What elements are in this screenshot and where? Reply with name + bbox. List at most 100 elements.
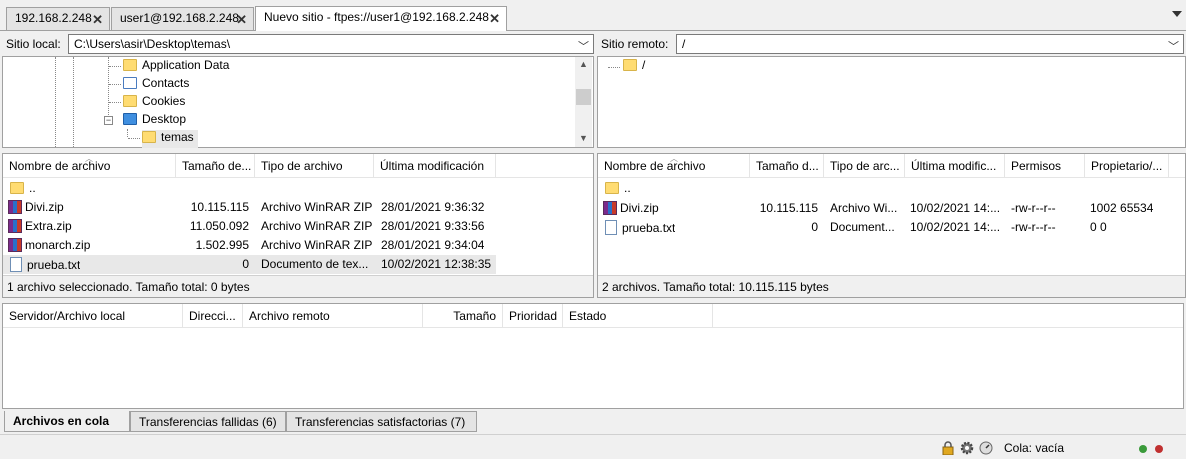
tab-queued-files[interactable]: Archivos en cola <box>4 411 130 432</box>
file-name: Divi.zip <box>603 201 659 215</box>
tab-label: 192.168.2.248 <box>15 11 92 25</box>
column-header-size[interactable]: Tamaño <box>423 304 503 328</box>
file-size: 10.115.115 <box>759 201 818 215</box>
file-owner: 0 0 <box>1090 220 1107 234</box>
file-name-text: prueba.txt <box>27 258 81 272</box>
file-modified: 10/02/2021 12:38:35 <box>381 257 492 271</box>
column-label: Tamaño d... <box>756 159 819 173</box>
lock-icon[interactable] <box>941 441 955 456</box>
local-path-value: C:\Users\asir\Desktop\temas\ <box>74 37 231 51</box>
local-site-label: Sitio local: <box>6 37 61 51</box>
file-size: 1.502.995 <box>195 238 249 252</box>
file-row-selected[interactable]: prueba.txt 0 Documento de tex... 10/02/2… <box>3 255 496 274</box>
column-header-local-file[interactable]: Servidor/Archivo local <box>3 304 183 328</box>
column-header-owner[interactable]: Propietario/... <box>1085 154 1169 178</box>
tab-connection-2[interactable]: user1@192.168.2.248 ✕ <box>111 7 254 30</box>
tree-item-label: Contacts <box>142 76 190 90</box>
gear-icon[interactable] <box>960 441 974 455</box>
zip-file-icon <box>603 201 617 215</box>
column-header-direction[interactable]: Direcci... <box>183 304 243 328</box>
tree-item-cookies[interactable]: Cookies <box>123 94 185 112</box>
zip-file-icon <box>8 200 22 214</box>
column-header-name[interactable]: ︿ Nombre de archivo <box>598 154 750 178</box>
chevron-down-icon[interactable]: ﹀ <box>578 38 589 54</box>
column-label: Permisos <box>1011 159 1062 173</box>
file-name-text: Divi.zip <box>25 200 64 214</box>
close-icon[interactable]: ✕ <box>92 12 103 28</box>
queue-header: Servidor/Archivo local Direcci... Archiv… <box>3 304 1183 328</box>
remote-tree: / <box>597 56 1186 148</box>
column-label: Nombre de archivo <box>604 159 706 173</box>
column-header-size[interactable]: Tamaño de... <box>176 154 255 178</box>
file-modified: 28/01/2021 9:36:32 <box>381 200 485 214</box>
column-label: Nombre de archivo <box>9 159 111 173</box>
file-name: Divi.zip <box>8 200 64 214</box>
local-tree-scrollbar[interactable]: ▲ ▼ <box>575 57 592 147</box>
file-name: .. <box>10 181 36 195</box>
column-header-type[interactable]: Tipo de archivo <box>255 154 374 178</box>
speed-limit-icon[interactable] <box>979 441 993 455</box>
tree-item-label: Cookies <box>142 94 186 108</box>
file-owner: 1002 65534 <box>1090 201 1154 215</box>
tab-connection-1[interactable]: 192.168.2.248 ✕ <box>6 7 110 30</box>
file-name-text: .. <box>624 181 631 195</box>
local-path-input[interactable]: C:\Users\asir\Desktop\temas\ ﹀ <box>68 34 594 54</box>
column-header-permissions[interactable]: Permisos <box>1005 154 1085 178</box>
tree-item-contacts[interactable]: Contacts <box>123 76 189 94</box>
file-row[interactable]: Divi.zip 10.115.115 Archivo Wi... 10/02/… <box>598 199 1185 218</box>
file-row[interactable]: .. <box>598 179 1185 198</box>
file-row[interactable]: Extra.zip 11.050.092 Archivo WinRAR ZIP … <box>3 217 496 236</box>
remote-status: 2 archivos. Tamaño total: 10.115.115 byt… <box>598 275 1185 297</box>
file-modified: 28/01/2021 9:33:56 <box>381 219 485 233</box>
column-label: Tamaño de... <box>182 159 252 173</box>
close-icon[interactable]: ✕ <box>489 11 500 27</box>
scroll-up-icon[interactable]: ▲ <box>579 59 588 69</box>
tree-item-root[interactable]: / <box>623 58 645 76</box>
column-header-size[interactable]: Tamaño d... <box>750 154 824 178</box>
file-row[interactable]: monarch.zip 1.502.995 Archivo WinRAR ZIP… <box>3 236 496 255</box>
column-header-priority[interactable]: Prioridad <box>503 304 563 328</box>
tab-successful-transfers[interactable]: Transferencias satisfactorias (7) <box>286 411 477 432</box>
tree-item-desktop[interactable]: Desktop <box>123 112 186 130</box>
column-header-status[interactable]: Estado <box>563 304 713 328</box>
column-header-modified[interactable]: Última modificación <box>374 154 496 178</box>
file-type: Archivo Wi... <box>830 201 898 215</box>
column-header-modified[interactable]: Última modific... <box>905 154 1005 178</box>
chevron-down-icon[interactable]: ﹀ <box>1168 38 1179 54</box>
file-row[interactable]: .. <box>3 179 496 198</box>
tab-menu-icon[interactable] <box>1172 11 1182 17</box>
tree-item-temas[interactable]: temas <box>142 130 198 148</box>
file-row[interactable]: Divi.zip 10.115.115 Archivo WinRAR ZIP 2… <box>3 198 496 217</box>
column-label: Prioridad <box>509 309 558 323</box>
tree-guide <box>128 138 140 139</box>
file-row[interactable]: prueba.txt 0 Document... 10/02/2021 14:.… <box>598 218 1185 237</box>
queue-tabs: Archivos en cola Transferencias fallidas… <box>0 409 1186 434</box>
file-permissions: -rw-r--r-- <box>1011 201 1056 215</box>
contacts-icon <box>123 77 137 89</box>
desktop-icon <box>123 113 137 125</box>
close-icon[interactable]: ✕ <box>236 12 247 28</box>
file-size: 0 <box>811 220 818 234</box>
column-header-remote-file[interactable]: Archivo remoto <box>243 304 423 328</box>
tab-connection-3[interactable]: Nuevo sitio - ftpes://user1@192.168.2.24… <box>255 6 507 31</box>
upload-indicator-icon <box>1139 445 1147 453</box>
file-name: prueba.txt <box>605 220 675 235</box>
text-file-icon <box>10 257 22 272</box>
remote-path-input[interactable]: / ﹀ <box>676 34 1184 54</box>
tree-guide <box>608 67 620 68</box>
file-type: Archivo WinRAR ZIP <box>261 219 373 233</box>
tab-bar: 192.168.2.248 ✕ user1@192.168.2.248 ✕ Nu… <box>0 0 1186 31</box>
download-indicator-icon <box>1155 445 1163 453</box>
collapse-icon[interactable]: − <box>104 116 113 125</box>
column-header-name[interactable]: ︿ Nombre de archivo <box>3 154 176 178</box>
column-label: Estado <box>569 309 607 323</box>
tab-failed-transfers[interactable]: Transferencias fallidas (6) <box>130 411 286 432</box>
transfer-queue: Servidor/Archivo local Direcci... Archiv… <box>2 303 1184 409</box>
column-header-type[interactable]: Tipo de arc... <box>824 154 905 178</box>
text-file-icon <box>605 220 617 235</box>
remote-list-header: ︿ Nombre de archivo Tamaño d... Tipo de a… <box>598 154 1185 178</box>
scroll-down-icon[interactable]: ▼ <box>579 133 588 143</box>
tree-item-application-data[interactable]: Application Data <box>123 58 229 76</box>
column-label: Tipo de arc... <box>830 159 900 173</box>
scroll-thumb[interactable] <box>576 89 591 105</box>
